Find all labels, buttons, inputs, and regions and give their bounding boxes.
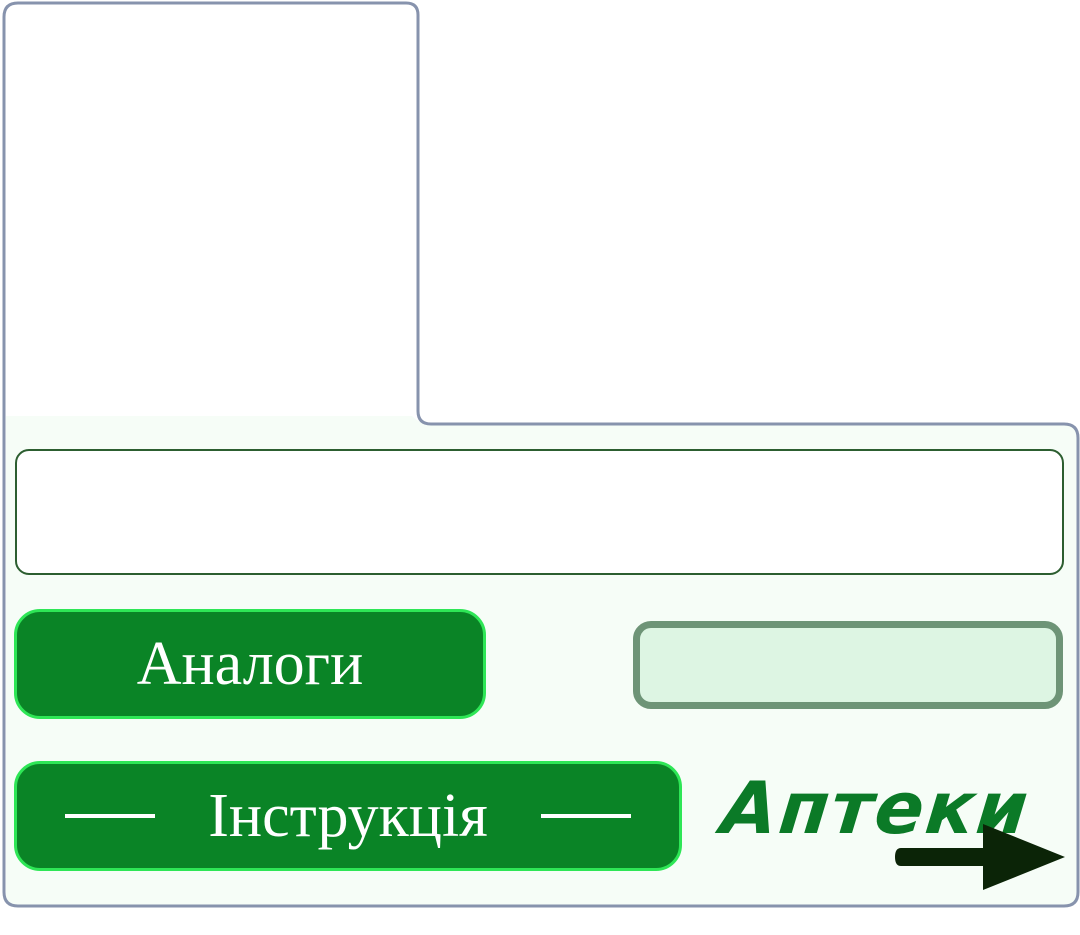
dash-left-icon	[65, 814, 155, 818]
instruction-button-label: Інструкція	[208, 781, 488, 850]
dash-right-icon	[541, 814, 631, 818]
info-box	[633, 621, 1063, 709]
analogs-button[interactable]: Аналоги	[14, 609, 486, 719]
app-window: Аналоги Інструкція Аптеки	[0, 0, 1080, 935]
analogs-button-label: Аналоги	[136, 629, 364, 698]
search-input[interactable]	[15, 449, 1064, 575]
arrow-right-icon[interactable]	[893, 820, 1070, 894]
instruction-button[interactable]: Інструкція	[14, 761, 682, 871]
